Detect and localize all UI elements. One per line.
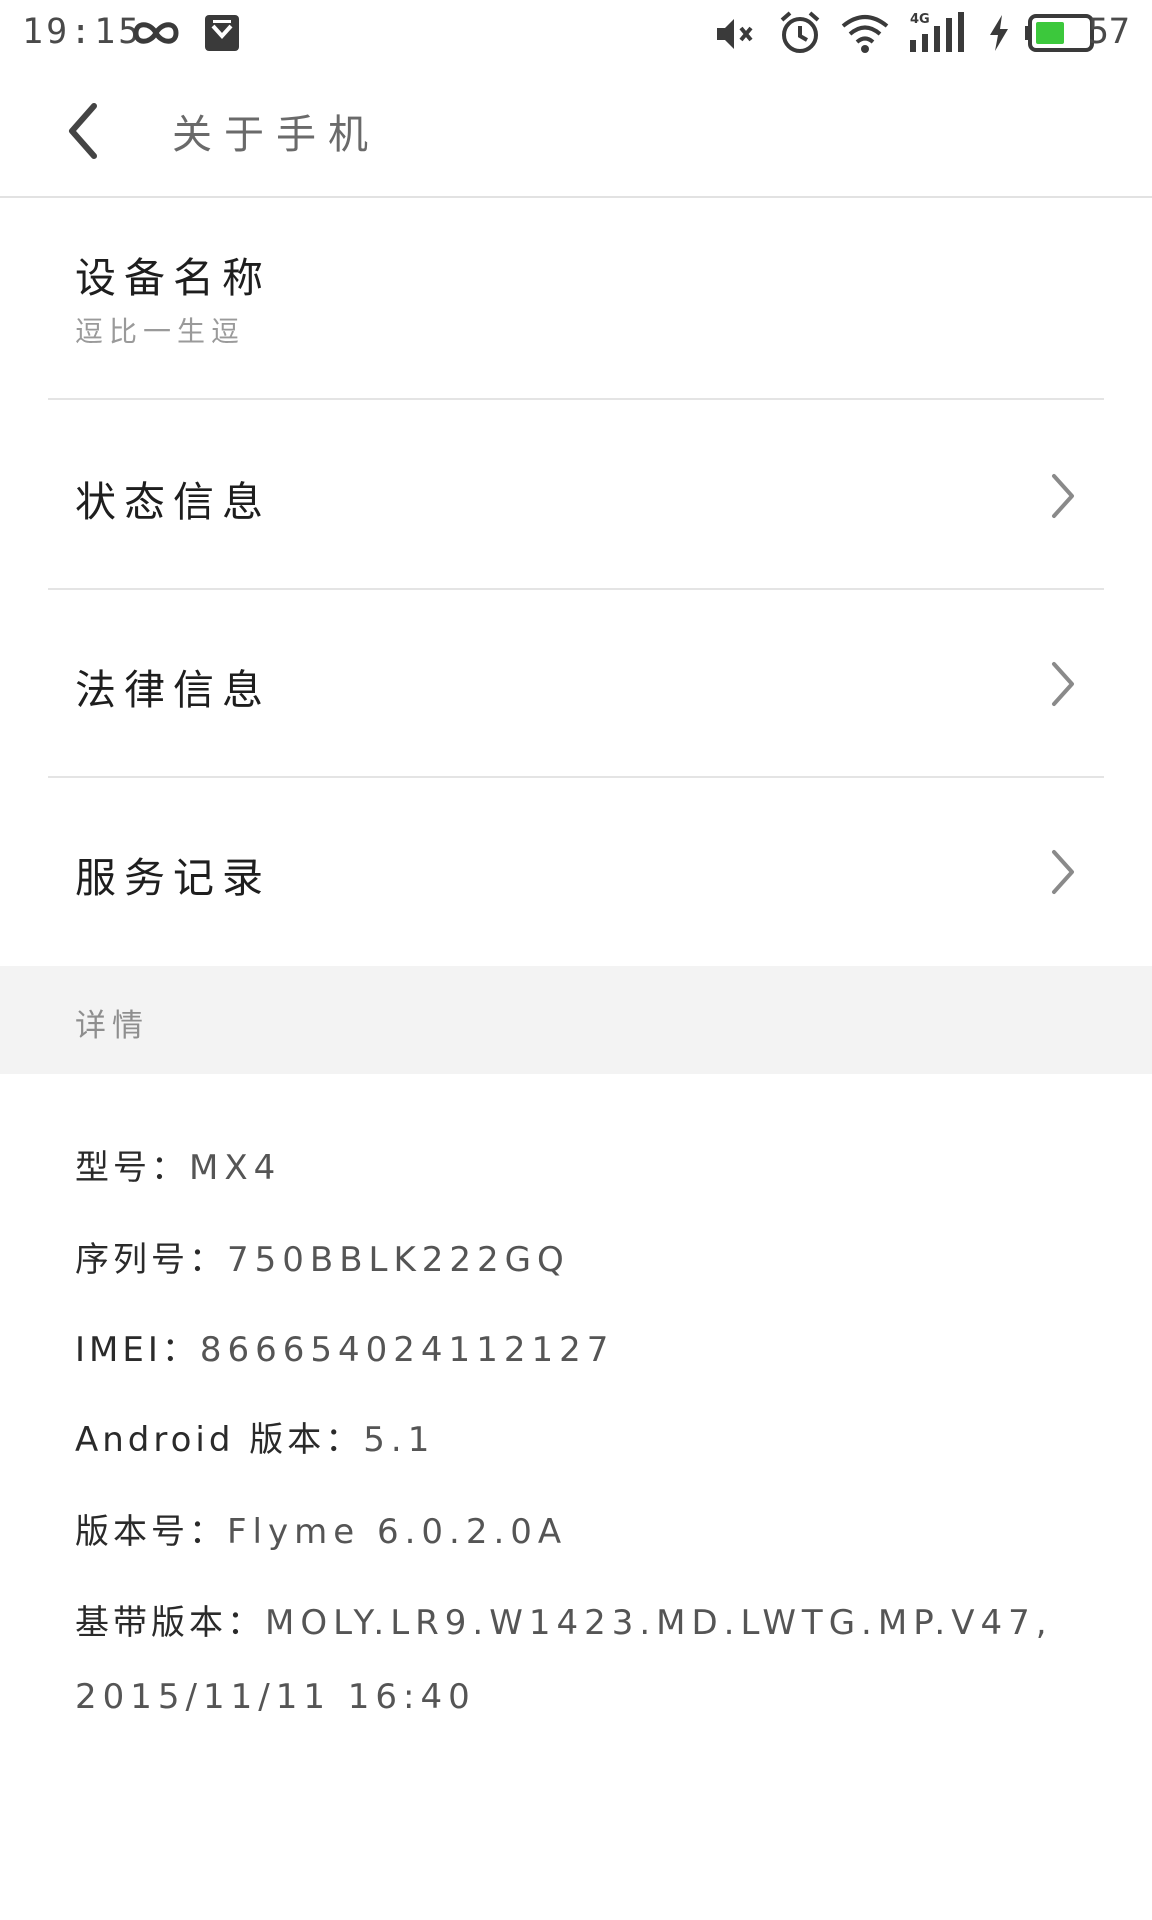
page-title: 关于手机 (172, 112, 380, 158)
build-number-label: 版本号： (75, 1512, 227, 1552)
android-version-label: Android 版本： (75, 1420, 364, 1460)
chevron-right-icon (1042, 842, 1082, 902)
device-name-value: 逗比一生逗 (75, 315, 246, 348)
model-row: 型号：MX4 (75, 1140, 281, 1189)
build-number-row: 版本号：Flyme 6.0.2.0A (75, 1504, 567, 1553)
chevron-right-icon (1042, 466, 1082, 526)
baseband-version-row: 基带版本：MOLY.LR9.W1423.MD.LWTG.MP.V47, 2015… (75, 1586, 1075, 1734)
battery-icon (1024, 14, 1096, 56)
android-version-value: 5.1 (363, 1420, 436, 1460)
chevron-right-icon (1042, 654, 1082, 714)
battery-percent: 57 (1087, 12, 1130, 52)
legal-info-item[interactable]: 法律信息 (0, 590, 1152, 778)
back-button[interactable] (50, 96, 120, 166)
back-arrow-icon (69, 103, 97, 159)
about-phone-screen: 19:15 4G 57 关于手机 设备名称 逗比一生逗 状态信息 法律信息 服务… (0, 0, 1152, 1920)
service-records-item[interactable]: 服务记录 (0, 778, 1152, 966)
infinity-icon (130, 16, 182, 54)
signal-4g-icon: 4G (908, 10, 970, 58)
status-time: 19:15 (22, 12, 143, 52)
wifi-icon (840, 12, 890, 58)
serial-value: 750BBLK222GQ (227, 1240, 570, 1280)
device-name-item[interactable]: 设备名称 逗比一生逗 (0, 198, 1152, 398)
model-value: MX4 (189, 1148, 282, 1188)
android-version-row: Android 版本：5.1 (75, 1412, 435, 1461)
status-bar: 19:15 4G 57 (0, 0, 1152, 66)
mute-icon (714, 14, 758, 58)
shield-icon (204, 14, 240, 56)
baseband-version-label: 基带版本： (75, 1603, 265, 1643)
details-section-header: 详情 (0, 966, 1152, 1074)
service-records-label: 服务记录 (75, 854, 271, 902)
status-info-label: 状态信息 (75, 478, 271, 526)
model-label: 型号： (75, 1148, 189, 1188)
imei-label: IMEI： (75, 1330, 200, 1370)
charging-icon (988, 14, 1010, 56)
imei-row: IMEI：866654024112127 (75, 1322, 614, 1371)
alarm-icon (778, 10, 822, 60)
status-info-item[interactable]: 状态信息 (0, 400, 1152, 588)
section-title: 详情 (75, 1008, 149, 1044)
serial-row: 序列号：750BBLK222GQ (75, 1232, 570, 1281)
legal-info-label: 法律信息 (75, 666, 271, 714)
network-type-label: 4G (910, 12, 930, 27)
serial-label: 序列号： (75, 1240, 227, 1280)
title-bar: 关于手机 (0, 66, 1152, 198)
device-name-label: 设备名称 (75, 254, 271, 302)
build-number-value: Flyme 6.0.2.0A (227, 1512, 568, 1552)
imei-value: 866654024112127 (199, 1330, 615, 1370)
